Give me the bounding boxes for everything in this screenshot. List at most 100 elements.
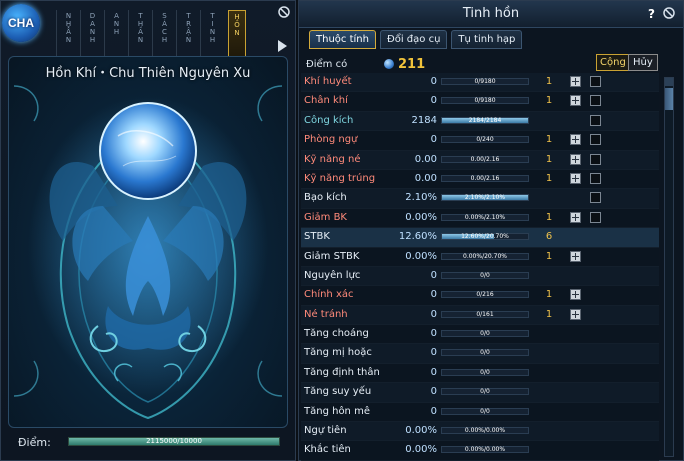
stat-value: 0 <box>430 405 437 417</box>
plus-icon[interactable] <box>570 153 581 165</box>
stat-row: Phòng ngự 0 0/240 1 <box>301 131 659 151</box>
stat-name: Chân khí <box>304 95 348 107</box>
stat-progress-bar: 0/0 <box>441 271 529 279</box>
stat-value: 0.00% <box>405 211 437 223</box>
close-icon[interactable] <box>278 6 290 18</box>
stat-name: Giảm BK <box>304 211 347 223</box>
stat-value: 0.00% <box>405 444 437 456</box>
stat-progress-bar: 0/0 <box>441 330 529 338</box>
points-available-value: 211 <box>398 57 426 72</box>
stat-progress-text: 12.60%/20.70% <box>461 233 509 241</box>
tab-1[interactable]: Đổi đạo cụ <box>379 30 448 49</box>
stat-row: Tăng hôn mê 0 0/0 <box>301 402 659 423</box>
stat-value: 0.00% <box>405 425 437 437</box>
arrow-right-icon[interactable] <box>278 40 287 52</box>
stat-progress-bar: 0.00%/0.00% <box>441 446 529 454</box>
stat-checkbox[interactable] <box>590 76 601 87</box>
stat-row: Khắc tiên 0.00% 0.00%/0.00% <box>301 441 659 461</box>
stat-progress-bar: 0/9180 <box>441 78 529 85</box>
stat-checkbox[interactable] <box>590 153 601 165</box>
cancel-button[interactable]: Hủy <box>628 54 658 71</box>
stat-name: Tăng mị hoặc <box>304 347 372 359</box>
plus-icon[interactable] <box>570 289 581 301</box>
stat-progress-text: 0/161 <box>476 310 494 318</box>
scroll-thumb[interactable] <box>665 88 673 110</box>
stat-checkbox[interactable] <box>590 134 601 146</box>
stat-row: Ngự tiên 0.00% 0.00%/0.00% <box>301 422 659 442</box>
stat-progress-bar: 2184/2184 <box>441 116 529 124</box>
stat-checkbox[interactable] <box>590 95 601 107</box>
plus-icon[interactable] <box>570 76 581 87</box>
confirm-button[interactable]: Cộng <box>596 54 630 71</box>
points-progress-bar: 2115000/10000 <box>68 437 280 446</box>
stat-progress-bar: 0/0 <box>441 349 529 357</box>
stat-progress-bar: 0.00%/20.70% <box>441 252 529 260</box>
close-icon[interactable] <box>663 7 675 19</box>
stat-checkbox[interactable] <box>590 114 601 126</box>
stat-checkbox[interactable] <box>590 172 601 184</box>
stat-value: 0.00 <box>414 172 437 184</box>
stat-name: Khí huyết <box>304 76 352 87</box>
stat-progress-text: 2184/2184 <box>468 116 502 124</box>
stat-name: Né tránh <box>304 308 348 320</box>
stat-row: Giảm STBK 0.00% 0.00%/20.70% 1 <box>301 247 659 267</box>
stat-row: Khí huyết 0 0/9180 1 <box>301 73 659 93</box>
soul-window: Tinh hồn ? Thuộc tính Đổi đạo cụ Tụ tinh h… <box>298 0 684 461</box>
stat-value: 0 <box>430 289 437 301</box>
stat-add-count: 1 <box>545 308 553 320</box>
stat-progress-text: 0.00%/20.70% <box>463 252 507 260</box>
stat-progress-bar: 0/0 <box>441 368 529 376</box>
stat-add-count: 6 <box>545 231 553 243</box>
stat-name: Bạo kích <box>304 192 347 204</box>
stat-name: Giảm STBK <box>304 250 360 262</box>
stat-name: Tăng choáng <box>304 328 369 340</box>
stat-value: 0 <box>430 386 437 398</box>
title-bar[interactable]: Tinh hồn ? <box>299 1 683 28</box>
plus-icon[interactable] <box>570 95 581 107</box>
plus-icon[interactable] <box>570 172 581 184</box>
stat-name: Kỹ năng trúng <box>304 172 376 184</box>
plus-icon[interactable] <box>570 211 581 223</box>
stat-row: Giảm BK 0.00% 0.00%/2.10% 1 <box>301 208 659 229</box>
tab-0[interactable]: Thuộc tính <box>309 30 376 49</box>
stat-row: Công kích 2184 2184/2184 <box>301 111 659 132</box>
tab-2[interactable]: Tụ tinh hạp <box>451 30 523 49</box>
stat-checkbox[interactable] <box>590 211 601 223</box>
stat-name: Tăng hôn mê <box>304 405 370 417</box>
stat-progress-text: 0/9180 <box>474 97 496 105</box>
stat-checkbox[interactable] <box>590 192 601 204</box>
stat-add-count: 1 <box>545 134 553 146</box>
stat-row: Chân khí 0 0/9180 1 <box>301 92 659 112</box>
stat-value: 2.10% <box>405 192 437 204</box>
stat-progress-bar: 0.00%/0.00% <box>441 427 529 435</box>
stat-progress-bar: 0/216 <box>441 291 529 299</box>
plus-icon[interactable] <box>570 308 581 320</box>
scroll-up-button[interactable] <box>665 78 673 86</box>
points-available-label: Điểm có <box>306 59 348 70</box>
stat-progress-text: 0/0 <box>480 368 490 376</box>
stat-progress-bar: 0/9180 <box>441 97 529 105</box>
plus-icon[interactable] <box>570 250 581 262</box>
scrollbar[interactable] <box>664 77 674 457</box>
tab-bar: Thuộc tính Đổi đạo cụ Tụ tinh hạp <box>309 30 526 49</box>
help-button[interactable]: ? <box>648 7 655 21</box>
stat-add-count: 1 <box>545 95 553 107</box>
stat-add-count: 1 <box>545 289 553 301</box>
gem-icon <box>384 59 394 69</box>
stat-name: Phòng ngự <box>304 134 358 146</box>
plus-icon[interactable] <box>570 134 581 146</box>
stat-value: 0 <box>430 134 437 146</box>
stat-add-count: 1 <box>545 172 553 184</box>
stat-row: STBK 12.60% 12.60%/20.70% 6 <box>301 228 659 248</box>
stat-name: Tăng suy yếu <box>304 386 372 398</box>
stat-progress-bar: 0.00%/2.10% <box>441 213 529 221</box>
stat-progress-text: 0/0 <box>480 349 490 357</box>
stat-row: Né tránh 0 0/161 1 <box>301 305 659 326</box>
points-label: Điểm: <box>18 436 51 449</box>
character-badge-button[interactable]: CHA <box>2 4 40 42</box>
stat-value: 0 <box>430 347 437 359</box>
points-progress-text: 2115000/10000 <box>146 437 202 445</box>
stat-value: 0 <box>430 269 437 281</box>
stat-progress-bar: 0.00/2.16 <box>441 155 529 163</box>
stat-progress-text: 0/9180 <box>474 78 496 85</box>
